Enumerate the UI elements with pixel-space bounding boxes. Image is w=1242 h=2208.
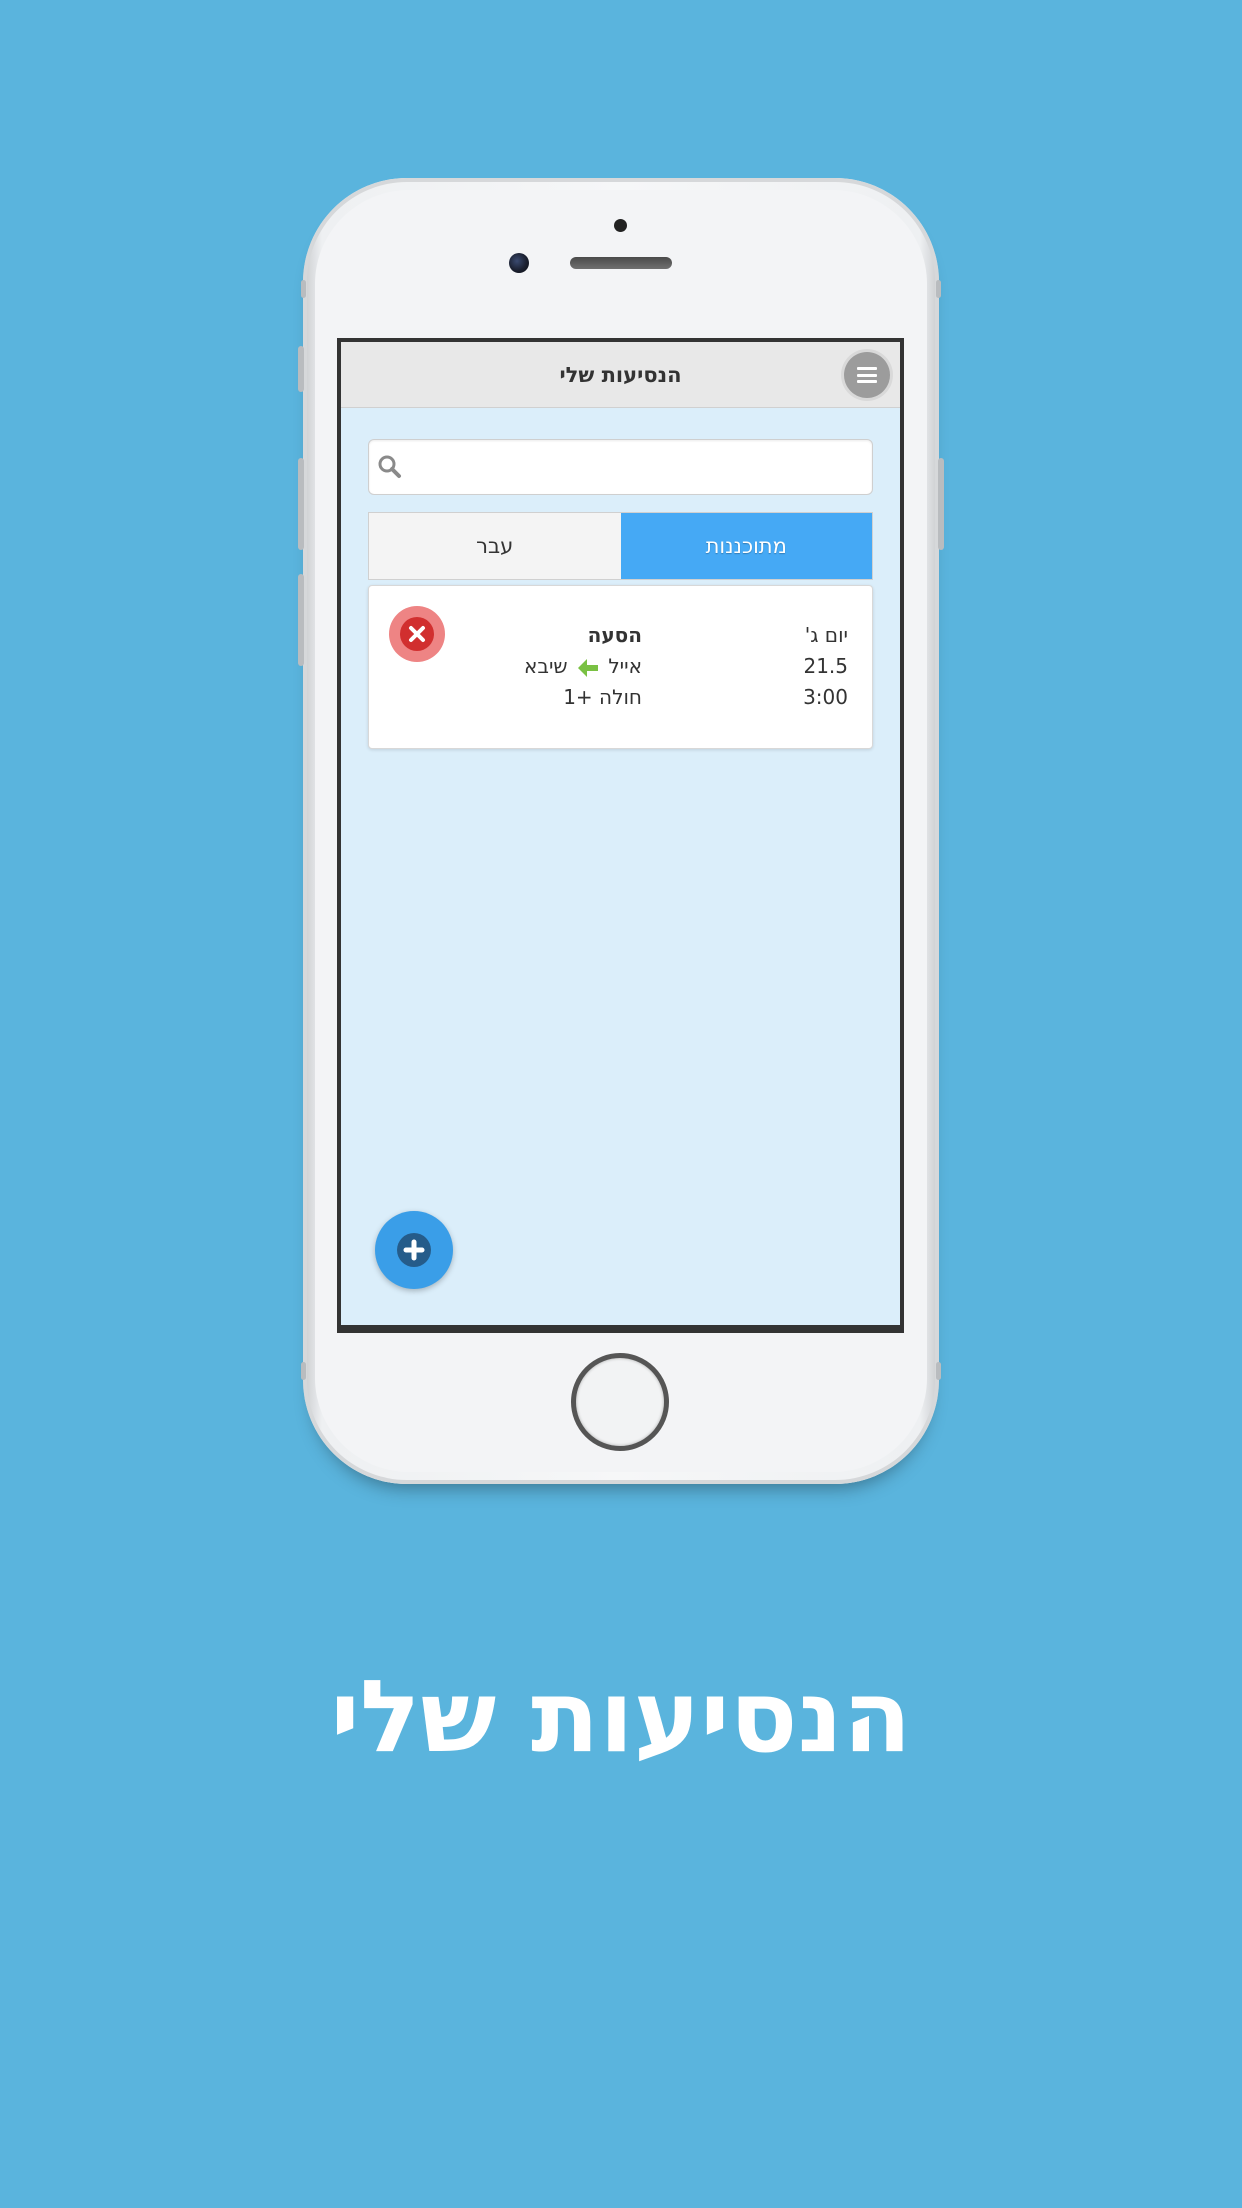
plus-circle-icon — [397, 1233, 431, 1267]
app-screen: הנסיעות שלי עבר מתוכננות הסעה אייל שיבא … — [337, 338, 904, 1333]
phone-edge-top-left — [301, 280, 306, 298]
search-icon — [378, 455, 401, 478]
trip-tabs: עבר מתוכננות — [368, 512, 873, 580]
phone-sensor — [614, 219, 627, 232]
close-circle-icon — [400, 617, 434, 651]
arrow-left-icon — [577, 658, 598, 677]
search-input[interactable] — [409, 440, 862, 494]
app-header: הנסיעות שלי — [341, 342, 900, 408]
trip-day: יום ג' — [804, 623, 848, 647]
hamburger-icon[interactable] — [844, 352, 890, 398]
phone-edge-top-right — [936, 280, 941, 298]
phone-mute-switch — [298, 346, 304, 392]
trip-from: אייל — [608, 654, 642, 678]
search-field[interactable] — [368, 439, 873, 495]
trip-route: אייל שיבא — [524, 651, 642, 682]
delete-trip-button[interactable] — [389, 606, 445, 662]
phone-speaker — [570, 257, 672, 269]
phone-camera — [509, 253, 529, 273]
trip-details: הסעה אייל שיבא חולה +1 — [524, 620, 642, 713]
phone-edge-bottom-right — [936, 1362, 941, 1380]
trip-when: יום ג' 21.5 3:00 — [803, 620, 848, 713]
phone-volume-down — [298, 574, 304, 666]
page-title: הנסיעות שלי — [559, 363, 682, 387]
trip-type: הסעה — [587, 623, 642, 647]
trip-to: שיבא — [524, 654, 568, 678]
trip-card[interactable]: הסעה אייל שיבא חולה +1 יום ג' 21.5 3:00 — [368, 585, 873, 749]
trip-time: 3:00 — [803, 685, 848, 709]
trip-date: 21.5 — [803, 654, 848, 678]
phone-home-button[interactable] — [571, 1353, 669, 1451]
tab-past[interactable]: עבר — [369, 513, 621, 579]
promo-title: הנסיעות שלי — [330, 1658, 912, 1775]
phone-volume-up — [298, 458, 304, 550]
add-trip-button[interactable] — [375, 1211, 453, 1289]
trip-passengers: חולה +1 — [563, 685, 642, 709]
phone-edge-bottom-left — [301, 1362, 306, 1380]
phone-power-button — [938, 458, 944, 550]
tab-planned[interactable]: מתוכננות — [620, 513, 872, 579]
